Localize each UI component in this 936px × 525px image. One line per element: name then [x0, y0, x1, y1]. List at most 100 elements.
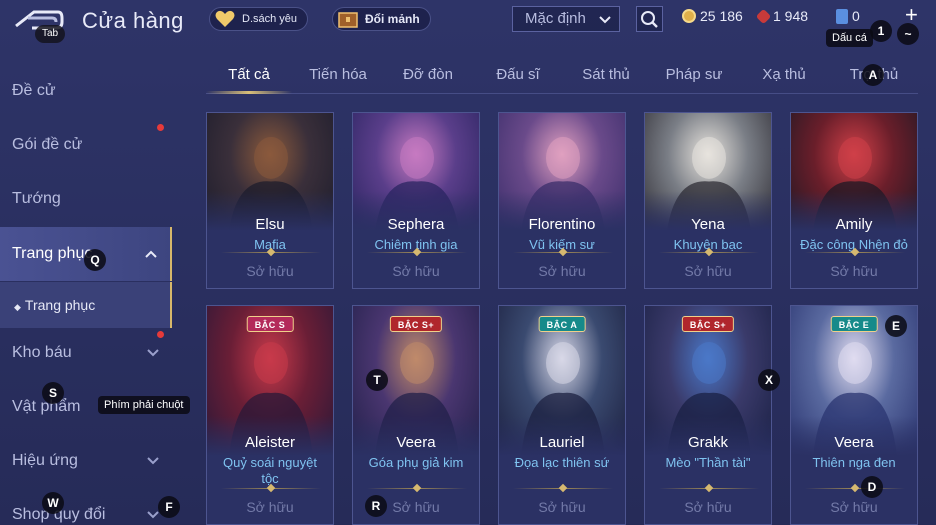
divider-diamond-icon	[412, 483, 422, 493]
skin-card[interactable]: BẬC A Lauriel Đọa lạc thiên sứ Sở hữu	[498, 305, 626, 525]
key-hint-tilde: ~	[897, 23, 919, 45]
tab-key-hint: Tab	[35, 25, 65, 43]
sidebar-item-heroes[interactable]: Tướng	[0, 172, 172, 226]
gold-coin-icon	[682, 9, 696, 23]
skin-card[interactable]: Florentino Vũ kiếm sư Sở hữu	[498, 112, 626, 289]
skin-card[interactable]: Yena Khuyên bạc Sở hữu	[644, 112, 772, 289]
hero-name: Lauriel	[539, 434, 585, 451]
bullet-icon: ◆	[14, 302, 21, 312]
skin-card[interactable]: BẬC S Aleister Quỷ soái nguyệt tộc Sở hữu	[206, 305, 334, 525]
skin-card[interactable]: Elsu Mafia Sở hữu	[206, 112, 334, 289]
top-up-button[interactable]: +	[905, 4, 925, 26]
key-hint-w: W	[42, 492, 64, 514]
hero-name: Sephera	[387, 216, 445, 233]
tab-tank[interactable]: Đỡ đòn	[388, 66, 468, 83]
hero-name: Elsu	[255, 216, 285, 233]
tab-mage[interactable]: Pháp sư	[654, 66, 734, 83]
chevron-up-icon	[145, 250, 157, 258]
chevron-down-icon	[147, 349, 159, 357]
skin-card[interactable]: BẬC S+ Grakk Mèo "Thần tài" Sở hữu	[644, 305, 772, 525]
hero-name: Grakk	[687, 434, 728, 451]
ownership-status: Sở hữu	[246, 263, 294, 279]
ruby-icon	[755, 8, 772, 24]
hero-name: Veera	[834, 434, 874, 451]
sidebar-item-featured[interactable]: Đề cử	[0, 64, 172, 118]
skin-name: Đọa lạc thiên sứ	[514, 455, 610, 470]
key-hint-x: X	[758, 369, 780, 391]
skin-card[interactable]: BẬC E Veera Thiên nga đen Sở hữu	[790, 305, 918, 525]
skin-card[interactable]: BẬC S+ Veera Góa phụ giả kim Sở hữu	[352, 305, 480, 525]
chevron-down-icon	[599, 16, 611, 24]
sidebar-item-treasure[interactable]: Kho báu	[0, 326, 172, 380]
key-hint-q: Q	[84, 249, 106, 271]
key-hint-e: E	[885, 315, 907, 337]
key-hint-r: R	[365, 495, 387, 517]
hero-name: Yena	[691, 216, 725, 233]
key-hint-s: S	[42, 382, 64, 404]
search-button[interactable]	[636, 6, 663, 32]
hero-name: Aleister	[244, 434, 296, 451]
gold-counter: 25 186	[682, 8, 743, 24]
sidebar-item-effects[interactable]: Hiệu ứng	[0, 434, 172, 488]
key-hint-f: F	[158, 496, 180, 518]
tab-all[interactable]: Tất cả	[206, 66, 292, 83]
key-hint-1: 1	[870, 20, 892, 42]
skin-card[interactable]: Sephera Chiêm tinh gia Sở hữu	[352, 112, 480, 289]
tab-assassin[interactable]: Sát thủ	[566, 66, 646, 83]
notification-dot	[157, 331, 164, 338]
ownership-status: Sở hữu	[246, 499, 294, 515]
sidebar-item-label: Tướng	[12, 190, 61, 207]
right-click-tooltip: Phím phải chuột	[98, 396, 190, 414]
sort-dropdown[interactable]: Mặc định	[512, 6, 620, 32]
skin-card[interactable]: Amily Đặc công Nhện đỏ Sở hữu	[790, 112, 918, 289]
key-hint-t: T	[366, 369, 388, 391]
wishlist-label: D.sách yêu	[242, 13, 298, 25]
sidebar-item-label: Kho báu	[12, 344, 72, 361]
wishlist-button[interactable]: D.sách yêu	[209, 7, 309, 31]
coupon-amount: 0	[852, 8, 860, 24]
divider-diamond-icon	[558, 483, 568, 493]
skin-name: Góa phụ giả kim	[368, 455, 464, 470]
rank-badge: BẬC E	[830, 316, 878, 332]
rank-badge: BẬC S+	[681, 316, 735, 332]
sidebar-item-label: Gói đề cử	[12, 136, 83, 153]
rank-badge: BẬC S+	[389, 316, 443, 332]
ownership-status: Sở hữu	[392, 263, 440, 279]
search-icon	[641, 11, 658, 28]
hero-name: Amily	[835, 216, 873, 233]
rank-badge: BẬC S	[246, 316, 294, 332]
skin-name: Quỷ soái nguyệt tộc	[223, 455, 317, 486]
ownership-status: Sở hữu	[830, 499, 878, 515]
category-sidebar: Đề cử Gói đề cử Tướng Trang phục ◆ Trang …	[0, 64, 172, 525]
coupon-icon	[836, 8, 848, 24]
coupon-tooltip: Dấu cá	[826, 29, 873, 47]
sidebar-item-exchange-shop[interactable]: Shop quy đổi	[0, 488, 172, 525]
skin-category-tabs: Tất cả Tiến hóa Đỡ đòn Đấu sĩ Sát thủ Ph…	[206, 62, 918, 94]
gem-amount: 1 948	[773, 8, 809, 24]
ownership-status: Sở hữu	[684, 263, 732, 279]
sort-value: Mặc định	[525, 10, 586, 27]
tab-marksman[interactable]: Xạ thủ	[744, 66, 824, 83]
ownership-status: Sở hữu	[538, 263, 586, 279]
key-hint-a: A	[862, 64, 884, 86]
active-tab-indicator	[206, 91, 292, 94]
exchange-fragments-button[interactable]: Đổi mảnh	[332, 7, 431, 31]
hero-name: Veera	[396, 434, 436, 451]
coupon-counter: 0	[836, 8, 860, 24]
gold-amount: 25 186	[700, 8, 743, 24]
divider-diamond-icon	[850, 483, 860, 493]
gem-counter: 1 948	[755, 8, 809, 24]
skin-name: Mèo "Thần tài"	[665, 455, 751, 470]
tab-evolution[interactable]: Tiến hóa	[298, 66, 378, 83]
exchange-label: Đổi mảnh	[365, 12, 420, 26]
tab-fighter[interactable]: Đấu sĩ	[478, 66, 558, 83]
ownership-status: Sở hữu	[684, 499, 732, 515]
sidebar-item-label: Hiệu ứng	[12, 452, 78, 469]
skin-name: Thiên nga đen	[812, 455, 896, 470]
sidebar-subitem-skins[interactable]: ◆ Trang phục	[0, 282, 172, 328]
top-bar: Tab Cửa hàng D.sách yêu Đổi mảnh Mặc địn…	[0, 0, 936, 47]
page-title: Cửa hàng	[82, 8, 184, 33]
sidebar-item-label: Đề cử	[12, 82, 56, 99]
sidebar-item-featured-bundles[interactable]: Gói đề cử	[0, 118, 172, 172]
ownership-status: Sở hữu	[538, 499, 586, 515]
